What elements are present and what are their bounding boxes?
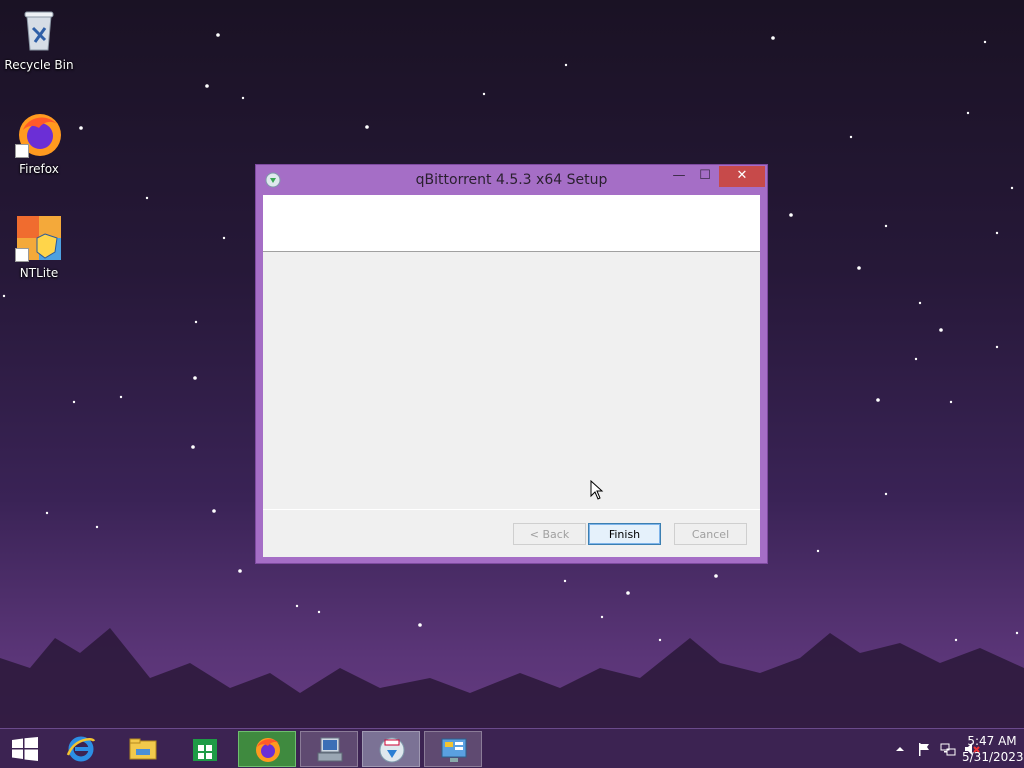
star bbox=[995, 231, 999, 235]
star bbox=[884, 492, 888, 496]
star bbox=[849, 135, 853, 139]
star bbox=[212, 509, 216, 513]
control-panel-icon bbox=[441, 738, 467, 762]
footer-divider bbox=[263, 509, 760, 510]
maximize-icon: ☐ bbox=[699, 168, 711, 183]
star bbox=[193, 376, 197, 380]
wizard-client-area: < Back Finish Cancel bbox=[263, 195, 760, 557]
taskbar-installer[interactable] bbox=[300, 731, 358, 767]
minimize-icon: — bbox=[672, 168, 686, 183]
file-explorer-icon bbox=[129, 738, 157, 760]
clock-time[interactable]: 5:47 AM bbox=[962, 734, 1022, 748]
mountains-silhouette bbox=[0, 628, 1024, 728]
taskbar-file-explorer[interactable] bbox=[114, 731, 172, 767]
windows-logo-icon bbox=[12, 737, 38, 761]
close-button[interactable]: ✕ bbox=[719, 166, 765, 187]
setup-window: qBittorrent 4.5.3 x64 Setup — ☐ ✕ < Back… bbox=[255, 164, 768, 564]
star bbox=[564, 63, 568, 67]
star bbox=[191, 445, 195, 449]
action-center-flag-icon[interactable] bbox=[916, 741, 932, 757]
star bbox=[482, 92, 486, 96]
desktop-icon-firefox[interactable]: Firefox bbox=[1, 110, 77, 176]
star bbox=[45, 511, 49, 515]
recycle-bin-icon bbox=[15, 6, 63, 54]
star bbox=[789, 213, 793, 217]
star bbox=[714, 574, 718, 578]
mouse-cursor-icon bbox=[590, 480, 604, 500]
star bbox=[241, 96, 245, 100]
taskbar-store[interactable] bbox=[176, 731, 234, 767]
window-titlebar[interactable]: qBittorrent 4.5.3 x64 Setup — ☐ ✕ bbox=[256, 165, 767, 195]
desktop-icon-label: Recycle Bin bbox=[4, 58, 74, 72]
star bbox=[95, 525, 99, 529]
finish-button[interactable]: Finish bbox=[588, 523, 661, 545]
star bbox=[194, 320, 198, 324]
star bbox=[914, 357, 918, 361]
taskbar: 5:47 AM 5/31/2023 bbox=[0, 728, 1024, 768]
store-icon bbox=[193, 739, 217, 761]
star bbox=[2, 294, 6, 298]
firefox-icon bbox=[256, 738, 280, 762]
wizard-body-panel bbox=[263, 253, 760, 509]
star bbox=[983, 40, 987, 44]
wizard-header-panel bbox=[263, 195, 760, 252]
star bbox=[876, 398, 880, 402]
back-button[interactable]: < Back bbox=[513, 523, 586, 545]
star bbox=[365, 125, 369, 129]
close-icon: ✕ bbox=[736, 168, 748, 183]
star bbox=[119, 395, 123, 399]
star bbox=[1010, 186, 1014, 190]
star bbox=[857, 266, 861, 270]
star bbox=[816, 549, 820, 553]
taskbar-internet-explorer[interactable] bbox=[52, 731, 110, 767]
star bbox=[939, 328, 943, 332]
shortcut-arrow-icon bbox=[15, 248, 29, 262]
star bbox=[995, 345, 999, 349]
installer-icon bbox=[317, 737, 343, 762]
firefox-icon bbox=[15, 110, 63, 158]
network-icon[interactable] bbox=[940, 741, 956, 757]
minimize-button[interactable]: — bbox=[666, 166, 692, 187]
star bbox=[216, 33, 220, 37]
star bbox=[205, 84, 209, 88]
star bbox=[966, 111, 970, 115]
star bbox=[79, 126, 83, 130]
star bbox=[72, 400, 76, 404]
internet-explorer-icon bbox=[66, 736, 96, 762]
star bbox=[222, 236, 226, 240]
desktop-icon-label: Firefox bbox=[19, 162, 59, 176]
star bbox=[238, 569, 242, 573]
ntlite-icon bbox=[15, 214, 63, 262]
star bbox=[317, 610, 321, 614]
clock-date[interactable]: 5/31/2023 bbox=[962, 750, 1024, 764]
star bbox=[295, 604, 299, 608]
system-tray: 5:47 AM 5/31/2023 bbox=[844, 729, 1024, 768]
star bbox=[626, 591, 630, 595]
star bbox=[949, 400, 953, 404]
cancel-button[interactable]: Cancel bbox=[674, 523, 747, 545]
maximize-button[interactable]: ☐ bbox=[692, 166, 718, 187]
show-hidden-icons-icon[interactable] bbox=[892, 741, 908, 757]
star bbox=[884, 224, 888, 228]
shortcut-arrow-icon bbox=[15, 144, 29, 158]
desktop-icon-ntlite[interactable]: NTLite bbox=[1, 214, 77, 280]
taskbar-control-panel[interactable] bbox=[424, 731, 482, 767]
taskbar-firefox[interactable] bbox=[238, 731, 296, 767]
star bbox=[771, 36, 775, 40]
taskbar-qbittorrent-setup[interactable] bbox=[362, 731, 420, 767]
desktop-icon-recycle-bin[interactable]: Recycle Bin bbox=[1, 6, 77, 72]
star bbox=[145, 196, 149, 200]
desktop-icon-label: NTLite bbox=[19, 266, 59, 280]
star bbox=[918, 301, 922, 305]
star bbox=[563, 579, 567, 583]
start-button[interactable] bbox=[0, 729, 50, 768]
qbittorrent-setup-icon bbox=[379, 737, 405, 763]
